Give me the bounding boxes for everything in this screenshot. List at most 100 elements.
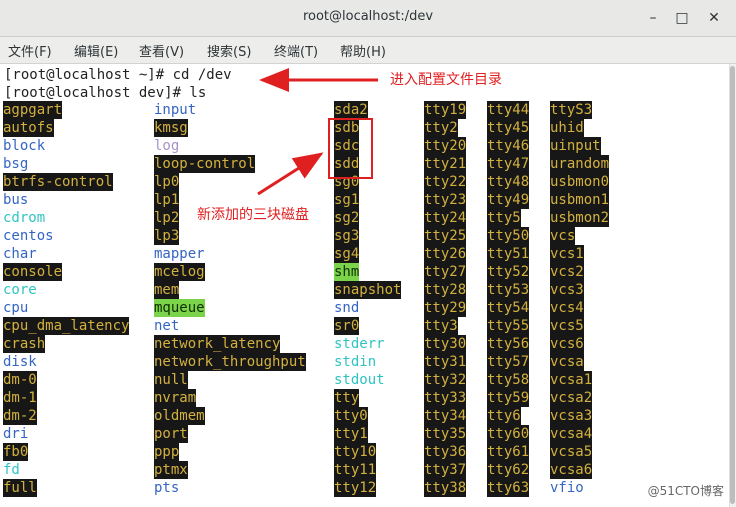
ls-entry: block [3,138,46,154]
ls-entry: pts [154,480,180,496]
menu-search[interactable]: 搜索(S) [207,41,251,60]
ls-entry: sdd [334,155,360,173]
ls-entry: nvram [154,389,197,407]
ls-entry: disk [3,354,37,370]
maximize-icon[interactable]: □ [670,6,694,30]
ls-entry: vcsa2 [550,389,593,407]
ls-entry: tty53 [487,281,530,299]
ls-entry: tty47 [487,155,530,173]
ls-entry: autofs [3,119,54,137]
ls-entry: net [154,318,180,334]
ls-entry: lp0 [154,173,180,191]
ls-entry: tty6 [487,407,521,425]
ls-entry: cdrom [3,210,46,226]
ls-entry: tty35 [424,425,467,443]
ls-entry: tty62 [487,461,530,479]
ls-entry: vcs [550,227,576,245]
close-icon[interactable]: ✕ [702,6,726,30]
ls-entry: tty19 [424,101,467,119]
menu-bar: 文件(F) 编辑(E) 查看(V) 搜索(S) 终端(T) 帮助(H) [0,37,736,64]
ls-entry: core [3,282,37,298]
ls-entry: ppp [154,443,180,461]
ls-entry: tty [334,389,360,407]
ls-entry: sg0 [334,173,360,191]
prompt-line-ls: [root@localhost dev]# ls [4,85,207,101]
ls-entry: lp2 [154,209,180,227]
ls-entry: tty46 [487,137,530,155]
ls-entry: tty26 [424,245,467,263]
ls-entry: console [3,263,63,281]
ls-entry: sda2 [334,101,368,119]
ls-entry: tty58 [487,371,530,389]
ls-entry: stdout [334,372,385,388]
ls-entry: dm-0 [3,371,37,389]
minimize-icon[interactable]: – [641,6,665,30]
ls-entry: tty28 [424,281,467,299]
ls-entry: tty34 [424,407,467,425]
ls-entry: tty57 [487,353,530,371]
ls-entry: vcsa3 [550,407,593,425]
ls-entry: port [154,425,188,443]
ls-entry: usbmon0 [550,173,610,191]
ls-entry: tty25 [424,227,467,245]
ls-entry: tty36 [424,443,467,461]
ls-entry: input [154,102,197,118]
ls-entry: mem [154,281,180,299]
ls-entry: tty48 [487,173,530,191]
ls-entry: fd [3,462,20,478]
menu-view[interactable]: 查看(V) [139,41,184,60]
ls-entry: log [154,138,180,154]
annotation-new-disks: 新添加的三块磁盘 [197,207,309,223]
ls-entry: tty32 [424,371,467,389]
menu-terminal[interactable]: 终端(T) [274,41,318,60]
ls-entry: sr0 [334,317,360,335]
window-title: root@localhost:/dev [302,9,434,24]
ls-entry: lp1 [154,191,180,209]
ls-entry: tty22 [424,173,467,191]
ls-entry: tty5 [487,209,521,227]
ls-entry: tty63 [487,479,530,497]
ls-entry: vcsa6 [550,461,593,479]
ls-entry: vcs4 [550,299,584,317]
ls-entry: tty11 [334,461,377,479]
ls-entry: tty23 [424,191,467,209]
ls-entry: vcsa5 [550,443,593,461]
ls-entry: sdc [334,137,360,155]
ls-entry: cpu [3,300,29,316]
ls-entry: full [3,479,37,497]
ls-entry: vcs1 [550,245,584,263]
ls-entry: tty20 [424,137,467,155]
ls-entry: kmsg [154,119,188,137]
ls-entry: vcsa1 [550,371,593,389]
ls-entry: tty1 [334,425,368,443]
ls-entry: usbmon1 [550,191,610,209]
menu-help[interactable]: 帮助(H) [340,41,386,60]
ls-entry: stderr [334,336,385,352]
menu-file[interactable]: 文件(F) [8,41,52,60]
ls-entry: tty54 [487,299,530,317]
ls-entry: tty51 [487,245,530,263]
ls-entry: network_latency [154,335,281,353]
ls-entry: sdb [334,119,360,137]
ls-entry: vcsa4 [550,425,593,443]
ls-entry: vfio [550,480,584,496]
ls-entry: null [154,371,188,389]
ls-entry: tty44 [487,101,530,119]
ls-entry: sg2 [334,209,360,227]
ls-entry: tty60 [487,425,530,443]
window-titlebar: root@localhost:/dev – □ ✕ [0,0,736,37]
annotation-enter-dir: 进入配置文件目录 [390,72,502,88]
ls-entry: mqueue [154,299,205,317]
watermark: @51CTO博客 [647,484,724,498]
menu-edit[interactable]: 编辑(E) [74,41,118,60]
ls-entry: bus [3,192,29,208]
scrollbar-thumb[interactable] [730,66,735,504]
ls-entry: tty45 [487,119,530,137]
ls-entry: dm-2 [3,407,37,425]
ls-entry: tty37 [424,461,467,479]
ls-entry: vcsa [550,353,584,371]
ls-entry: lp3 [154,227,180,245]
ls-entry: tty30 [424,335,467,353]
ls-entry: cpu_dma_latency [3,317,130,335]
ls-entry: tty55 [487,317,530,335]
